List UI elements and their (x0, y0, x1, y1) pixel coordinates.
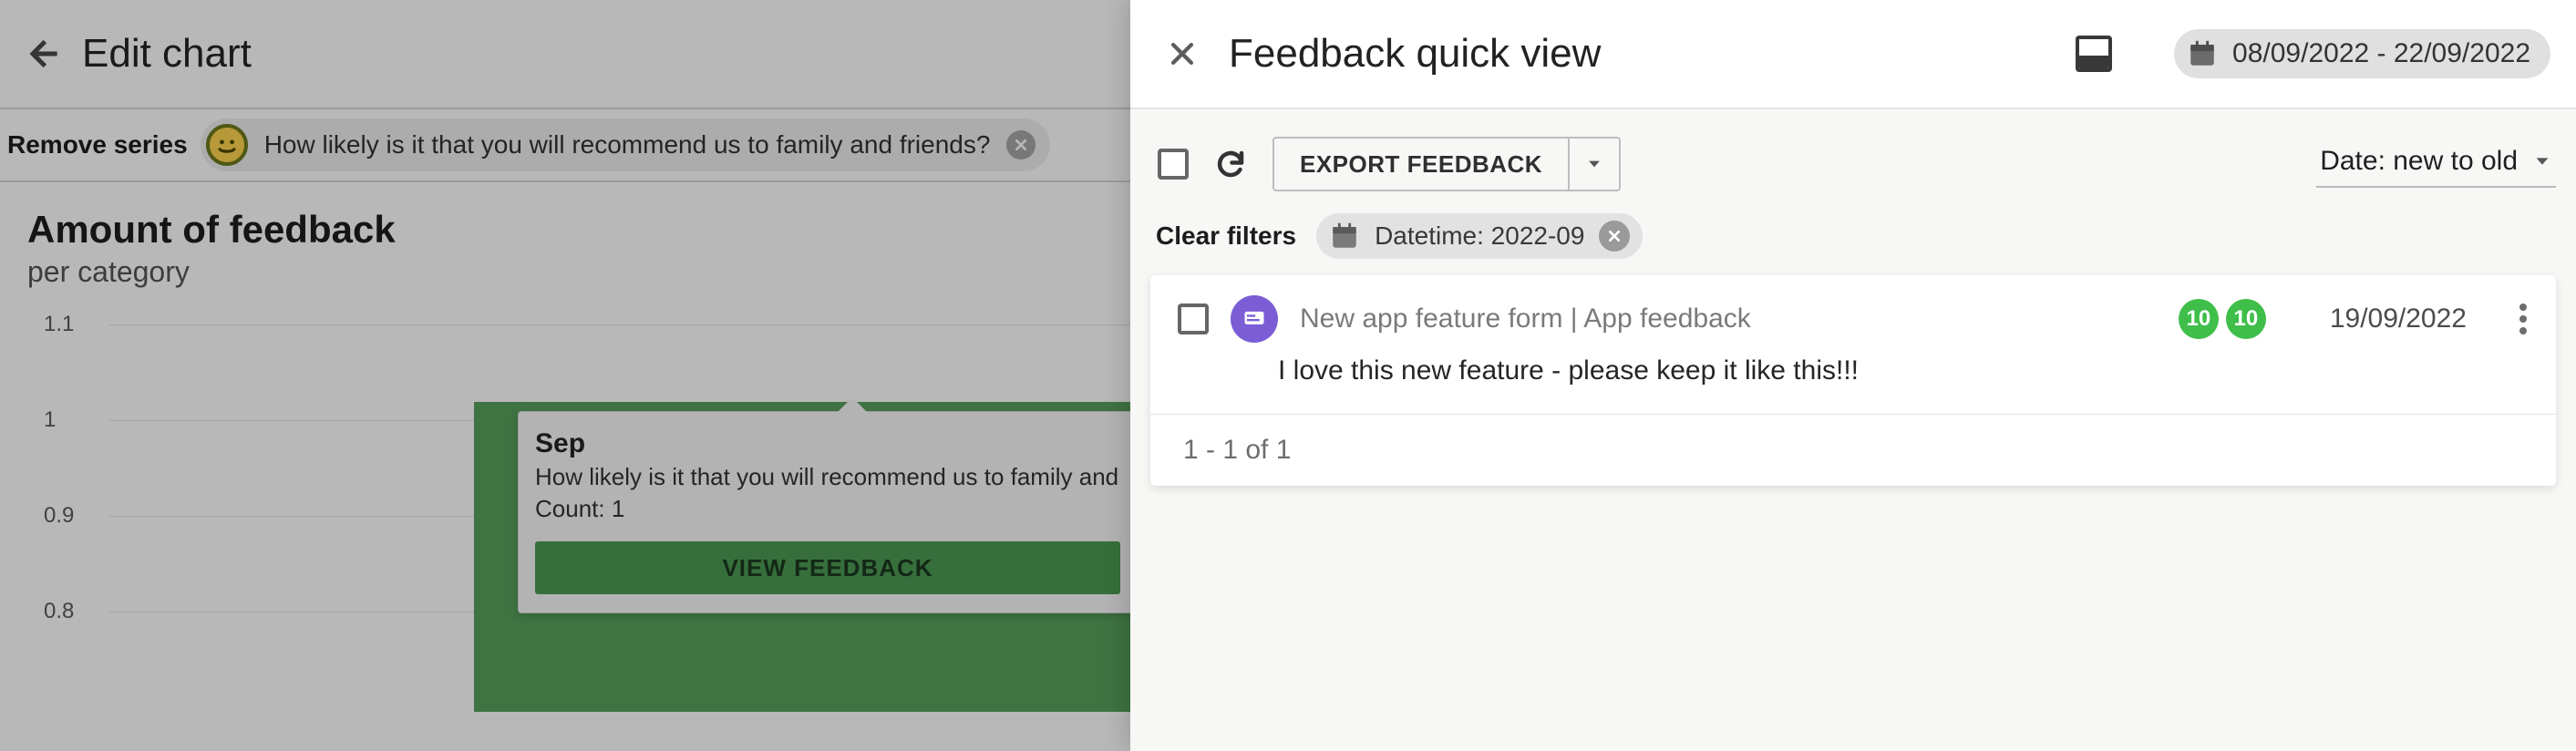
sort-label: Date: new to old (2320, 146, 2518, 177)
feedback-text: I love this new feature - please keep it… (1150, 352, 2556, 414)
calendar-icon (1329, 221, 1360, 252)
calendar-icon (2187, 38, 2218, 69)
clear-filters-button[interactable]: Clear filters (1156, 221, 1296, 251)
pagination-text: 1 - 1 of 1 (1150, 414, 2556, 486)
smiley-icon (206, 124, 248, 166)
y-tick: 0.9 (44, 503, 74, 529)
y-tick: 1 (44, 407, 56, 433)
sort-select[interactable]: Date: new to old (2316, 140, 2556, 188)
chart-title: Amount of feedback (27, 208, 1103, 252)
source-avatar-icon (1231, 295, 1278, 343)
tooltip-count: Count: 1 (535, 495, 1120, 523)
series-chip-label: How likely is it that you will recommend… (264, 130, 991, 159)
inbox-icon[interactable] (2076, 36, 2112, 72)
filter-chip-datetime[interactable]: Datetime: 2022-09 (1316, 213, 1643, 259)
refresh-icon[interactable] (1214, 148, 1247, 180)
view-feedback-button[interactable]: VIEW FEEDBACK (535, 541, 1120, 594)
score-badge: 10 (2226, 299, 2266, 339)
export-feedback-button[interactable]: EXPORT FEEDBACK (1273, 137, 1621, 191)
y-tick: 1.1 (44, 312, 74, 337)
more-menu-icon[interactable] (2514, 298, 2532, 340)
page-title: Edit chart (82, 31, 252, 77)
feedback-drawer: Feedback quick view 08/09/2022 - 22/09/2… (1130, 0, 2576, 751)
export-label: EXPORT FEEDBACK (1274, 139, 1568, 190)
remove-filter-icon[interactable] (1599, 221, 1630, 252)
drawer-title: Feedback quick view (1229, 31, 1601, 77)
export-dropdown-icon[interactable] (1568, 139, 1619, 190)
date-range-pill[interactable]: 08/09/2022 - 22/09/2022 (2174, 29, 2550, 78)
back-arrow-icon[interactable] (24, 36, 60, 72)
date-range-text: 08/09/2022 - 22/09/2022 (2232, 38, 2530, 69)
row-checkbox[interactable] (1178, 303, 1209, 334)
tooltip-month: Sep (535, 428, 1120, 459)
score-badges: 10 10 (2179, 299, 2266, 339)
score-badge: 10 (2179, 299, 2219, 339)
chevron-down-icon (2532, 151, 2552, 171)
y-tick: 0.8 (44, 599, 74, 624)
chart-tooltip: Sep How likely is it that you will recom… (518, 411, 1138, 613)
select-all-checkbox[interactable] (1158, 149, 1189, 180)
filter-chip-text: Datetime: 2022-09 (1375, 221, 1584, 251)
feedback-source: New app feature form | App feedback (1300, 303, 1751, 334)
feedback-card: New app feature form | App feedback 10 1… (1150, 275, 2556, 486)
tooltip-question: How likely is it that you will recommend… (535, 463, 1120, 491)
chart-area: 1.1 1 0.9 0.8 Sep How likely is it that … (0, 311, 1130, 712)
remove-series-label: Remove series (7, 130, 188, 159)
chart-subtitle: per category (27, 255, 1103, 289)
close-icon[interactable] (1167, 38, 1198, 69)
chart-editor-backdrop: Edit chart Remove series How likely is i… (0, 0, 1130, 751)
remove-chip-icon[interactable] (1006, 130, 1036, 159)
series-chip[interactable]: How likely is it that you will recommend… (201, 118, 1051, 171)
feedback-date: 19/09/2022 (2330, 303, 2467, 334)
